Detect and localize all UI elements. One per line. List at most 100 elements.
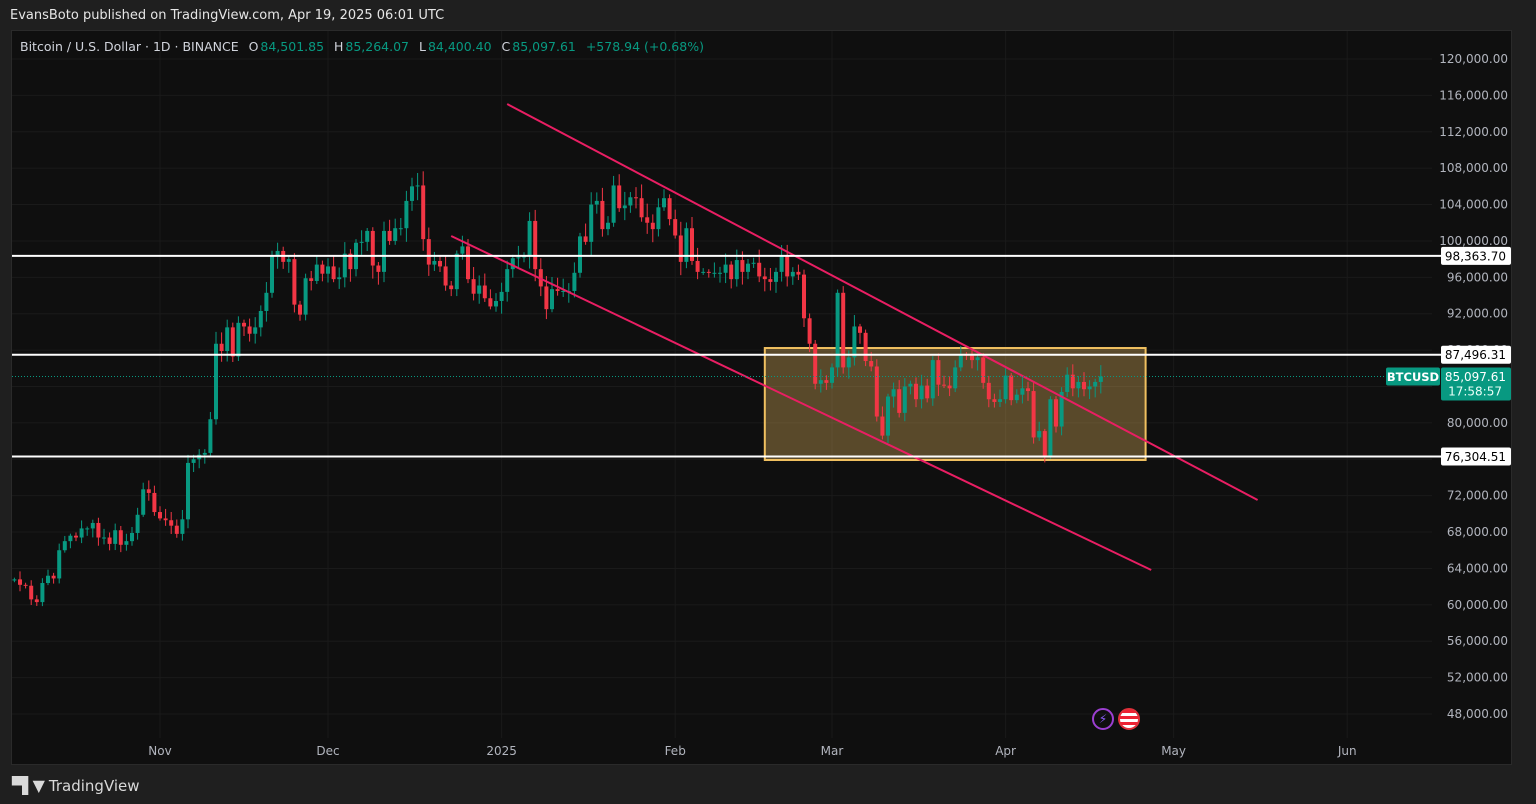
candle-body: [1048, 399, 1053, 457]
candle-body: [40, 583, 45, 603]
candle-body: [706, 271, 711, 273]
candle-body: [762, 276, 767, 280]
candle-body: [953, 367, 958, 389]
candle-body: [432, 260, 437, 265]
candle-body: [499, 291, 504, 301]
candle-body: [925, 385, 930, 399]
candle-body: [611, 185, 616, 223]
candle-body: [230, 327, 235, 357]
candle-body: [975, 357, 980, 361]
candle-body: [68, 535, 73, 542]
close-value: 85,097.61: [512, 39, 576, 54]
candle-body: [1031, 391, 1036, 438]
candle-body: [376, 265, 381, 272]
candle-body: [869, 361, 874, 367]
candlestick-chart[interactable]: 120,000.00 116,000.00 112,000.00 108,000.00…: [0, 0, 1536, 804]
candle-body: [219, 343, 224, 352]
x-tick-label: Dec: [316, 744, 339, 758]
candle-body: [191, 459, 196, 463]
candle-body: [236, 322, 241, 357]
candle-body: [930, 360, 935, 399]
candle-body: [253, 327, 258, 334]
candle-body: [970, 355, 974, 361]
y-tick-label: 48,000.00: [1447, 707, 1508, 721]
y-tick-label: 64,000.00: [1447, 561, 1508, 575]
candle-body: [242, 322, 246, 327]
candle-body: [494, 300, 498, 307]
candle-body: [830, 367, 834, 383]
change-value: +578.94 (+0.68%): [585, 39, 704, 54]
candle-body: [1020, 388, 1025, 395]
brand-name[interactable]: TradingView: [49, 777, 140, 795]
candle-body: [936, 360, 941, 385]
footer: ▀▌▼ TradingView: [12, 776, 140, 795]
candle-body: [818, 380, 823, 384]
x-tick-label: Mar: [821, 744, 844, 758]
candle-body: [1042, 431, 1047, 457]
y-tick-label: 100,000.00: [1439, 234, 1508, 248]
candle-body: [852, 326, 857, 358]
candle-body: [841, 292, 846, 368]
candle-body: [488, 298, 493, 307]
candle-body: [779, 256, 784, 272]
candle-body: [298, 304, 302, 315]
us-flag-icon[interactable]: [1118, 708, 1140, 730]
candle-body: [678, 235, 683, 262]
y-tick-label: 104,000.00: [1439, 198, 1508, 212]
symbol-legend: Bitcoin / U.S. Dollar · 1D · BINANCE O 84…: [20, 39, 706, 54]
candle-body: [410, 186, 414, 201]
candle-body: [533, 220, 538, 270]
candle-body: [174, 525, 179, 534]
candle-body: [718, 272, 722, 274]
candle-body: [527, 220, 532, 257]
x-tick-label: 2025: [486, 744, 517, 758]
candle-body: [51, 575, 56, 579]
y-tick-label: 80,000.00: [1447, 416, 1508, 430]
candle-body: [382, 230, 386, 272]
candle-body: [695, 260, 700, 272]
candle-body: [572, 272, 577, 291]
candle-body: [1014, 394, 1019, 401]
candle-body: [650, 222, 655, 230]
candle-body: [656, 207, 661, 230]
open-value: 84,501.85: [260, 39, 325, 54]
symbol-title[interactable]: Bitcoin / U.S. Dollar · 1D · BINANCE: [20, 39, 239, 54]
candle-body: [370, 230, 375, 266]
candle-body: [331, 266, 336, 280]
candle-body: [891, 389, 896, 397]
candle-body: [141, 489, 146, 515]
candle-body: [34, 599, 39, 603]
candle-body: [768, 279, 773, 282]
candle-body: [600, 200, 605, 230]
candle-body: [886, 396, 890, 436]
candle-body: [1003, 375, 1008, 400]
candle-body: [225, 327, 230, 352]
candle-body: [958, 354, 963, 368]
candle-body: [914, 383, 918, 400]
candle-body: [23, 584, 28, 586]
candle-body: [124, 541, 129, 545]
candle-body: [667, 198, 672, 220]
candle-body: [858, 326, 862, 333]
lightning-icon[interactable]: ⚡: [1092, 708, 1114, 730]
candle-body: [746, 263, 750, 272]
symbol-tag: BTCUSD: [1387, 370, 1439, 384]
candle-body: [438, 260, 442, 267]
candle-body: [415, 185, 420, 187]
bar-countdown: 17:58:57: [1448, 385, 1502, 399]
candle-body: [202, 452, 207, 455]
candle-body: [1009, 375, 1014, 401]
candle-body: [270, 256, 274, 293]
y-tick-label: 52,000.00: [1447, 671, 1508, 685]
candle-body: [208, 419, 213, 453]
candle-body: [902, 386, 907, 413]
candle-body: [130, 532, 134, 542]
y-tick-label: 60,000.00: [1447, 598, 1508, 612]
candle-body: [1082, 381, 1086, 390]
candle-body: [673, 219, 678, 236]
candle-body: [46, 575, 50, 583]
y-tick-label: 108,000.00: [1439, 161, 1508, 175]
candle-body: [1076, 381, 1081, 389]
candle-body: [505, 269, 510, 292]
candle-body: [29, 585, 34, 600]
